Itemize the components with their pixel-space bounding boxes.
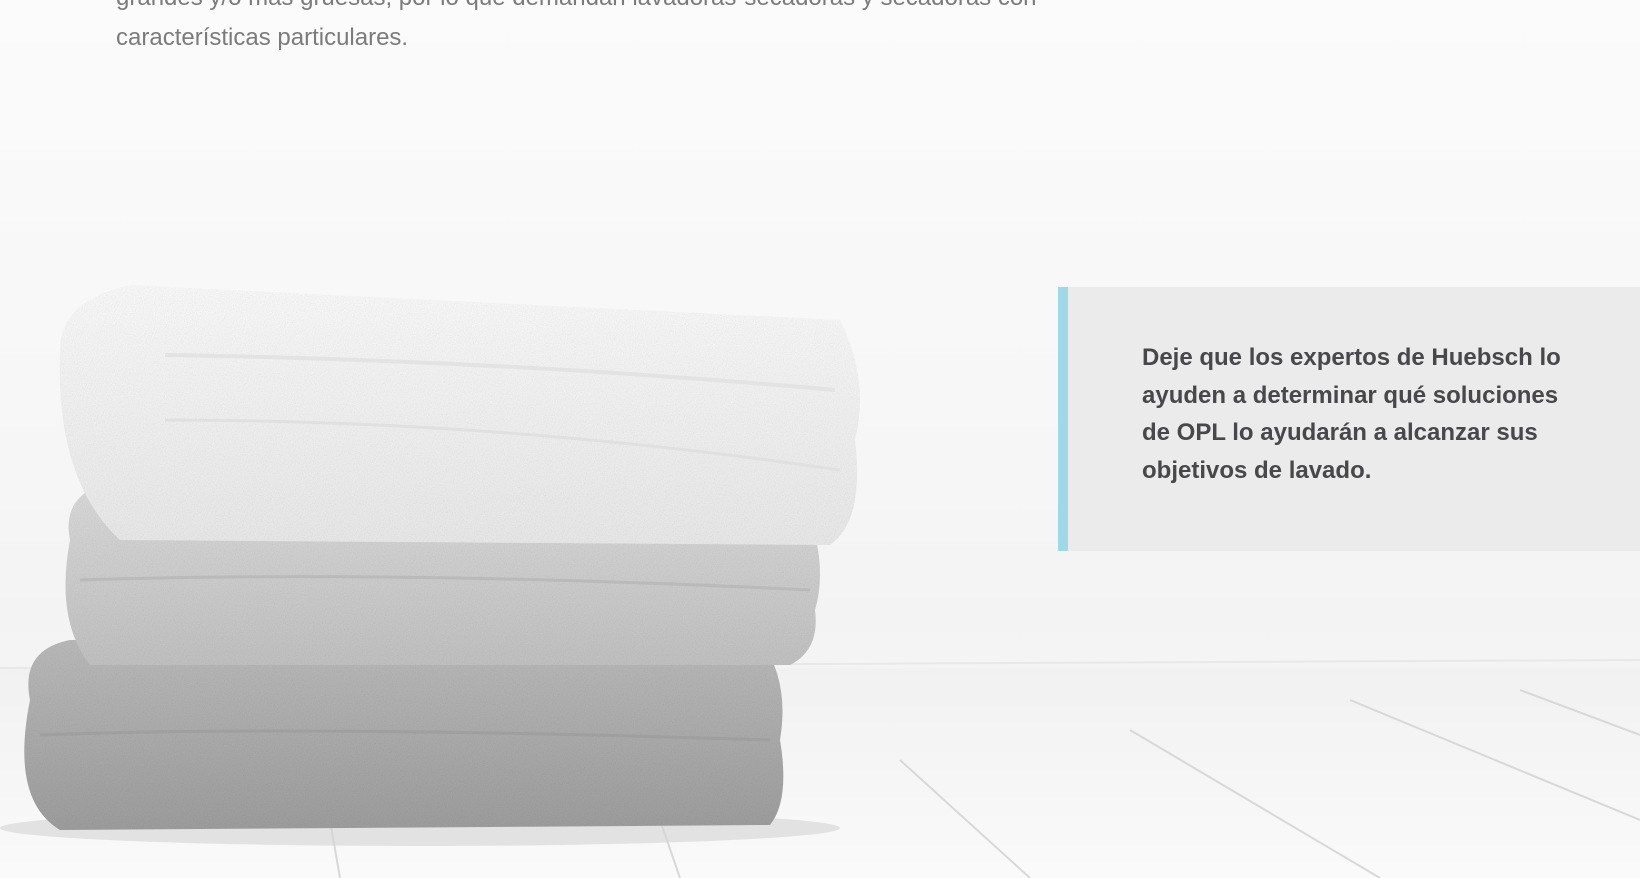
callout-accent-bar	[1058, 287, 1068, 551]
callout-box: Deje que los expertos de Huebsch lo ayud…	[1058, 287, 1640, 551]
callout-text: Deje que los expertos de Huebsch lo ayud…	[1142, 344, 1561, 484]
page: grandes y/o más gruesas, por lo que dema…	[0, 0, 1640, 878]
intro-paragraph: grandes y/o más gruesas, por lo que dema…	[116, 0, 1037, 51]
